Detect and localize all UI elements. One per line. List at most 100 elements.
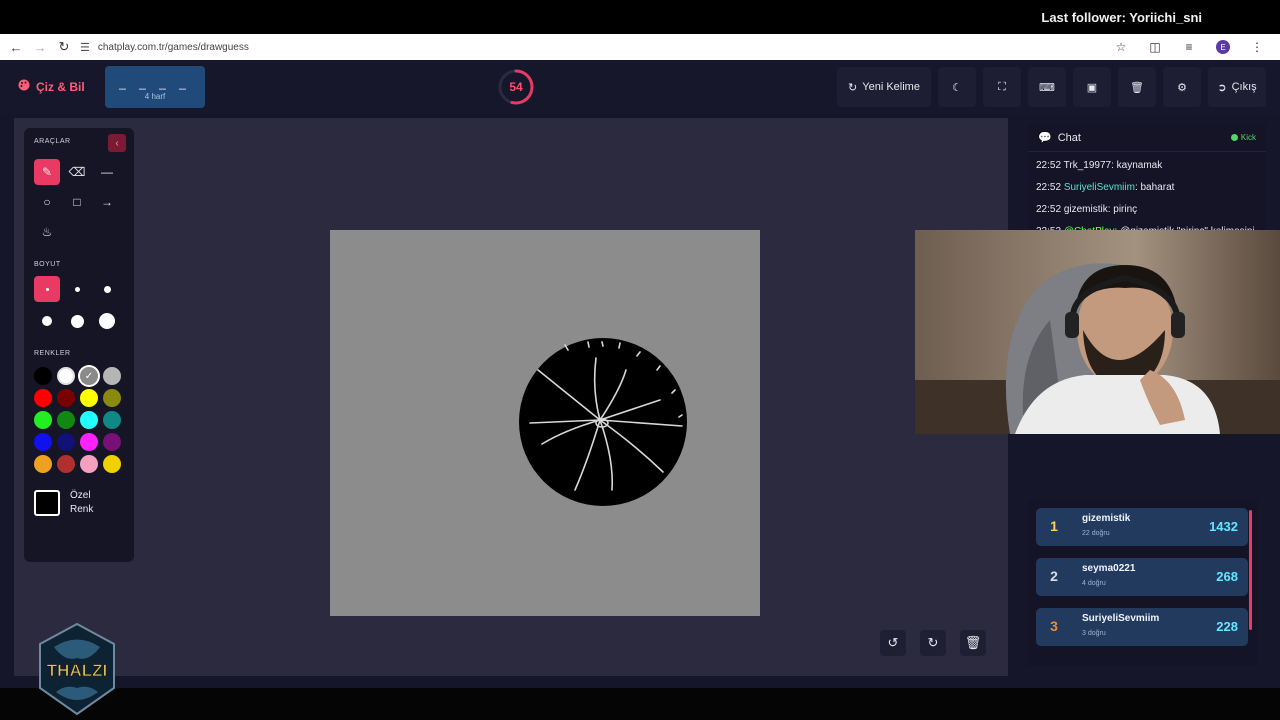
- archive-button[interactable]: ▣: [1073, 67, 1111, 107]
- size-dot: [99, 313, 115, 329]
- color-swatch[interactable]: [34, 389, 52, 407]
- brand[interactable]: Çiz & Bil: [18, 79, 85, 94]
- size-option[interactable]: [34, 276, 60, 302]
- stream-bottom-bar: [0, 688, 1280, 720]
- reload-icon[interactable]: ↻: [52, 35, 76, 59]
- color-swatch[interactable]: [103, 455, 121, 473]
- chat-timestamp: 22:52: [1036, 204, 1062, 215]
- color-swatch[interactable]: [57, 433, 75, 451]
- size-option[interactable]: [64, 276, 90, 302]
- color-swatch[interactable]: [57, 455, 75, 473]
- status-dot: [1230, 134, 1238, 141]
- color-palette: ✓: [34, 367, 124, 473]
- color-swatch[interactable]: [103, 433, 121, 451]
- size-option[interactable]: [94, 308, 120, 334]
- undo-button[interactable]: ↺: [880, 630, 906, 656]
- paint-bucket-icon: ♨: [41, 225, 53, 239]
- player-rank: 2: [1050, 568, 1058, 584]
- address-bar[interactable]: chatplay.com.tr/games/drawguess: [98, 42, 249, 53]
- color-swatch[interactable]: [80, 433, 98, 451]
- player-correct-count: 22 doğru: [1082, 530, 1110, 537]
- undo-icon: ↺: [887, 635, 899, 650]
- forward-icon[interactable]: →: [28, 35, 52, 59]
- color-swatch[interactable]: [80, 411, 98, 429]
- brush-tool[interactable]: ✎: [34, 159, 60, 185]
- eraser-icon: ⌫: [68, 165, 86, 179]
- chat-message: 22:52 gizemistik: pirinç: [1036, 202, 1258, 218]
- color-swatch[interactable]: [103, 389, 121, 407]
- drawing-area: ARAÇLAR ‹ ✎ ⌫ — ○ □ → ♨ BOYUT RENKLER ✓ …: [14, 118, 1008, 676]
- fullscreen-button[interactable]: ⛶: [983, 67, 1021, 107]
- color-swatch[interactable]: [57, 367, 75, 385]
- chat-username[interactable]: gizemistik: [1064, 204, 1108, 215]
- chat-text: : pirinç: [1107, 204, 1138, 215]
- browser-menu-icon[interactable]: ⋮: [1242, 35, 1272, 59]
- exit-label: Çıkış: [1231, 81, 1257, 93]
- player-score: 1432: [1209, 519, 1238, 534]
- size-option[interactable]: [34, 308, 60, 334]
- circle-icon: ○: [43, 195, 51, 209]
- player-name: seyma0221: [1082, 563, 1136, 574]
- redo-button[interactable]: ↻: [920, 630, 946, 656]
- leaderboard-scrollbar[interactable]: [1249, 510, 1252, 630]
- custom-color-label-2: Renk: [70, 504, 94, 515]
- bookmark-star-icon[interactable]: ☆: [1106, 35, 1136, 59]
- color-swatch[interactable]: [103, 411, 121, 429]
- color-swatch[interactable]: [34, 411, 52, 429]
- color-swatch[interactable]: [34, 433, 52, 451]
- sign-out-icon: ➲: [1217, 81, 1227, 94]
- player-score: 228: [1216, 619, 1238, 634]
- size-title: BOYUT: [34, 261, 61, 268]
- leaderboard-row: 1 gizemistik 22 doğru 1432: [1036, 508, 1248, 546]
- webcam-overlay: [915, 230, 1280, 434]
- browser-toolbar: ← → ↻ ☰ chatplay.com.tr/games/drawguess …: [0, 34, 1280, 60]
- keyboard-icon: ⌨: [1039, 81, 1055, 94]
- clear-canvas-button[interactable]: 🗑: [960, 630, 986, 656]
- redo-icon: ↻: [927, 635, 939, 650]
- color-swatch[interactable]: [103, 367, 121, 385]
- size-option[interactable]: [94, 276, 120, 302]
- player-name: SuriyeliSevmiim: [1082, 613, 1160, 624]
- player-name: gizemistik: [1082, 513, 1131, 524]
- site-info-icon[interactable]: ☰: [80, 41, 90, 54]
- delete-button[interactable]: 🗑: [1118, 67, 1156, 107]
- color-swatch[interactable]: [80, 389, 98, 407]
- color-swatch[interactable]: [34, 367, 52, 385]
- check-icon: ✓: [84, 370, 94, 382]
- back-icon[interactable]: ←: [4, 35, 28, 59]
- chat-username[interactable]: SuriyeliSevmiim: [1064, 182, 1135, 193]
- profile-avatar[interactable]: E: [1208, 35, 1238, 59]
- new-word-button[interactable]: ↻ Yeni Kelime: [837, 67, 931, 107]
- settings-button[interactable]: ⚙: [1163, 67, 1201, 107]
- word-to-guess: _ _ _ _ 4 harf: [105, 66, 205, 108]
- player-rank: 3: [1050, 618, 1058, 634]
- size-option[interactable]: [64, 308, 90, 334]
- leaderboard-row: 3 SuriyeliSevmiim 3 doğru 228: [1036, 608, 1248, 646]
- round-timer: 54: [497, 68, 535, 106]
- color-swatch[interactable]: [57, 411, 75, 429]
- trash-icon: 🗑: [1130, 81, 1144, 94]
- moon-icon: ☾: [952, 81, 962, 94]
- rectangle-tool[interactable]: □: [64, 189, 90, 215]
- color-swatch[interactable]: [80, 455, 98, 473]
- color-swatch[interactable]: [57, 389, 75, 407]
- keyboard-button[interactable]: ⌨: [1028, 67, 1066, 107]
- drawing: [519, 338, 687, 506]
- exit-button[interactable]: ➲ Çıkış: [1208, 67, 1266, 107]
- color-swatch[interactable]: [34, 455, 52, 473]
- extensions-icon[interactable]: ◫: [1140, 35, 1170, 59]
- arrow-tool[interactable]: →: [94, 189, 120, 215]
- fill-tool[interactable]: ♨: [34, 219, 60, 245]
- circle-tool[interactable]: ○: [34, 189, 60, 215]
- custom-color-button[interactable]: Özel Renk: [34, 489, 124, 517]
- chat-username[interactable]: Trk_19977: [1064, 160, 1111, 171]
- collapse-panel-button[interactable]: ‹: [108, 134, 126, 152]
- drawing-canvas[interactable]: [330, 230, 760, 616]
- eraser-tool[interactable]: ⌫: [64, 159, 90, 185]
- color-swatch[interactable]: ✓: [80, 367, 98, 385]
- dark-mode-button[interactable]: ☾: [938, 67, 976, 107]
- line-tool[interactable]: —: [94, 159, 120, 185]
- media-control-icon[interactable]: ≡: [1174, 35, 1204, 59]
- tools-panel: ARAÇLAR ‹ ✎ ⌫ — ○ □ → ♨ BOYUT RENKLER ✓ …: [24, 128, 134, 562]
- chat-timestamp: 22:52: [1036, 182, 1062, 193]
